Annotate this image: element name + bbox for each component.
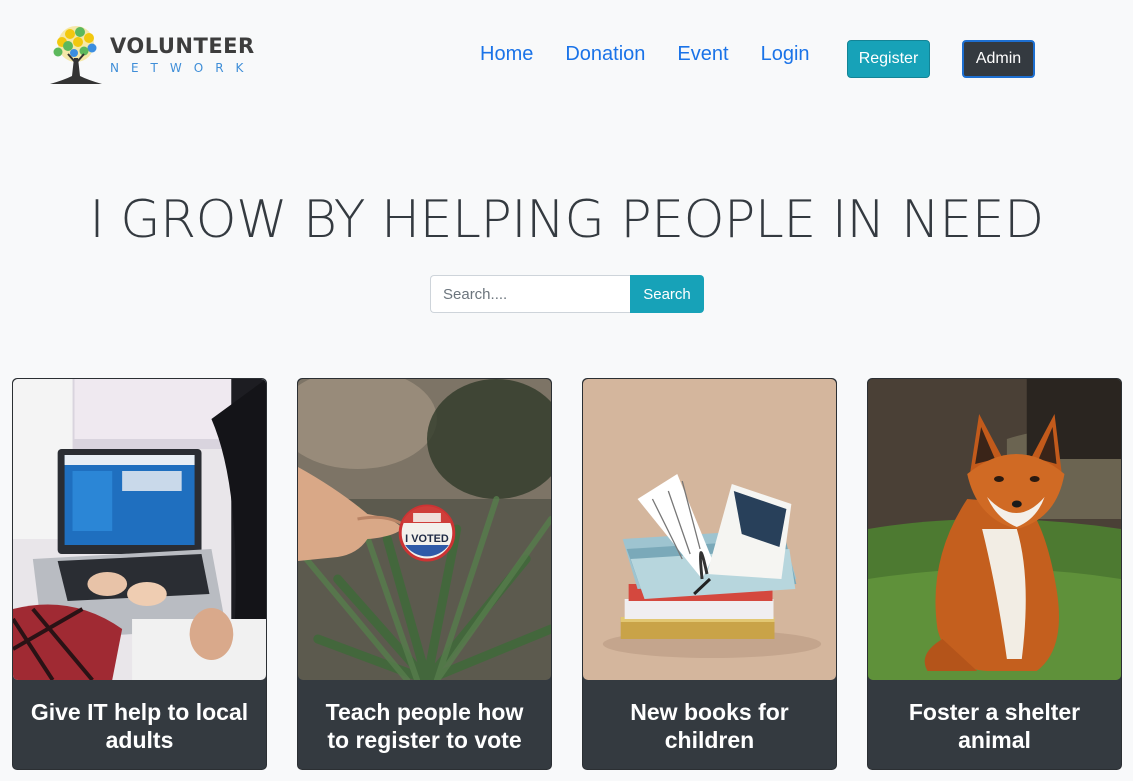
tree-logo-icon	[50, 26, 102, 84]
nav-link-donation[interactable]: Donation	[565, 40, 645, 68]
page: VOLUNTEER NETWORK Home Donation Event Lo…	[0, 0, 1133, 781]
event-cards: Give IT help to local adults I VOTED Tea…	[12, 378, 1122, 770]
laptop-typing-photo	[13, 379, 266, 680]
brand-title: VOLUNTEER	[110, 34, 255, 58]
event-card-shelter-animal[interactable]: Foster a shelter animal	[867, 378, 1122, 770]
open-books-photo	[583, 379, 836, 680]
nav-link-login[interactable]: Login	[761, 40, 810, 68]
brand-subtitle: NETWORK	[110, 61, 256, 75]
event-card-voter-registration[interactable]: I VOTED Teach people how to register to …	[297, 378, 552, 770]
search-button[interactable]: Search	[630, 275, 704, 313]
sticker-text: I VOTED	[405, 533, 449, 545]
card-title: New books for children	[630, 698, 789, 753]
main-nav: Home Donation Event Login	[480, 40, 810, 68]
register-button[interactable]: Register	[847, 40, 930, 78]
event-card-books[interactable]: New books for children	[582, 378, 837, 770]
i-voted-sticker-photo: I VOTED	[298, 379, 551, 680]
admin-button[interactable]: Admin	[962, 40, 1035, 78]
brand-logo[interactable]: VOLUNTEER NETWORK	[46, 24, 256, 86]
card-title: Foster a shelter animal	[908, 698, 1081, 753]
card-title: Give IT help to local adults	[30, 698, 249, 753]
hero-title: I GROW BY HELPING PEOPLE IN NEED	[89, 190, 1044, 250]
search-input[interactable]	[430, 275, 630, 313]
red-fox-photo	[868, 379, 1121, 680]
nav-link-event[interactable]: Event	[677, 40, 728, 68]
event-card-it-help[interactable]: Give IT help to local adults	[12, 378, 267, 770]
card-title: Teach people how to register to vote	[325, 698, 524, 753]
search-bar: Search	[430, 275, 704, 313]
nav-link-home[interactable]: Home	[480, 40, 533, 68]
